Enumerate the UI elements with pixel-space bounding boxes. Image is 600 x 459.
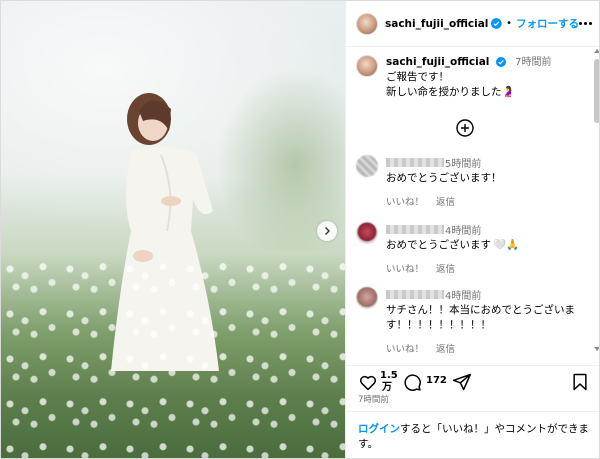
comment-text: サチさん！！本当におめでとうございます！！！！！！！！！	[386, 304, 575, 331]
comment-like-link[interactable]: いいね！	[386, 261, 424, 275]
scroll-down-arrow[interactable]	[594, 347, 599, 351]
post-side-panel: sachi_fujii_official • フォローする sachi_fuji…	[345, 1, 599, 458]
comment-avatar[interactable]	[356, 287, 378, 309]
caption-avatar[interactable]	[356, 55, 378, 77]
like-count-number: 1.5	[380, 370, 398, 381]
blurred-username	[386, 224, 444, 234]
blurred-username	[386, 157, 444, 167]
comment-emoji: 🤍🙏	[493, 239, 520, 251]
comment-item: 4時間前 サチさん！！本当におめでとうございます！！！！！！！！！ いいね！ 返…	[356, 287, 592, 355]
comment-text: おめでとうございます	[386, 239, 491, 251]
login-link[interactable]: ログイン	[358, 423, 400, 435]
caption-time: 7時間前	[515, 57, 552, 68]
share-icon[interactable]	[452, 372, 472, 392]
next-arrow-icon	[325, 227, 330, 235]
bookmark-icon[interactable]	[570, 372, 590, 392]
next-image-button[interactable]	[317, 221, 337, 241]
verified-badge-icon	[495, 57, 506, 67]
header-username[interactable]: sachi_fujii_official	[385, 18, 488, 30]
comment-reply-link[interactable]: 返信	[436, 261, 455, 275]
caption-line-1: ご報告です！	[386, 71, 449, 83]
comment-time: 4時間前	[445, 290, 482, 302]
heart-icon[interactable]	[358, 372, 378, 392]
caption: sachi_fujii_official 7時間前 ご報告です！ 新しい命を授か…	[356, 55, 592, 100]
avatar[interactable]	[356, 12, 378, 35]
verified-badge-icon	[491, 18, 503, 29]
comments-area: sachi_fujii_official 7時間前 ご報告です！ 新しい命を授か…	[346, 47, 599, 365]
comment-item: 5時間前 おめでとうございます！ いいね！ 返信	[356, 155, 592, 208]
comment-avatar[interactable]	[356, 155, 378, 177]
pregnant-emoji: 🤰	[501, 86, 515, 98]
comment-time: 4時間前	[445, 225, 482, 237]
caption-username[interactable]: sachi_fujii_official	[386, 56, 489, 68]
comment-icon[interactable]	[402, 372, 422, 392]
post-header: sachi_fujii_official • フォローする	[346, 1, 599, 47]
instagram-post: sachi_fujii_official • フォローする sachi_fuji…	[0, 0, 600, 459]
comment-reply-link[interactable]: 返信	[436, 194, 455, 208]
login-prompt: ログインすると「いいね！」やコメントができます。	[346, 411, 599, 458]
separator-dot: •	[506, 18, 512, 29]
comment-like-link[interactable]: いいね！	[386, 194, 424, 208]
like-count[interactable]: 1.5 万	[380, 370, 398, 394]
post-timestamp[interactable]: 7時間前	[358, 393, 389, 405]
follow-button[interactable]: フォローする	[516, 16, 579, 31]
flower-meadow	[1, 251, 345, 458]
post-photo	[1, 1, 345, 458]
comment-avatar[interactable]	[356, 222, 378, 244]
scrollbar-thumb[interactable]	[594, 59, 599, 123]
add-comment-icon[interactable]	[456, 119, 474, 137]
more-options-icon[interactable]	[579, 22, 592, 25]
comment-time: 5時間前	[445, 158, 482, 170]
comment-text: おめでとうございます！	[386, 172, 502, 184]
comment-count[interactable]: 172	[426, 375, 447, 386]
caption-line-2: 新しい命を授かりました	[386, 86, 502, 98]
comment-item: 4時間前 おめでとうございます 🤍🙏 いいね！ 返信	[356, 222, 592, 275]
comment-reply-link[interactable]: 返信	[436, 341, 455, 355]
comment-like-link[interactable]: いいね！	[386, 341, 424, 355]
scroll-up-arrow[interactable]	[594, 49, 599, 53]
blurred-username	[386, 289, 444, 299]
